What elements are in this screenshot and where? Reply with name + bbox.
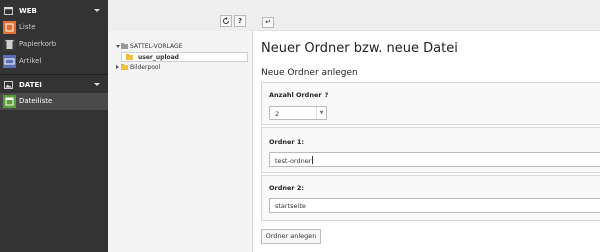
expand-toggle-icon[interactable] <box>116 65 119 69</box>
module-divider <box>0 74 108 75</box>
tree-node-label: Bilderpool <box>130 64 161 71</box>
module-group-datei[interactable]: DATEI <box>0 78 108 92</box>
refresh-button[interactable] <box>220 15 232 27</box>
folder-count-label: Anzahl Ordner? <box>269 91 329 99</box>
folder-icon <box>121 43 128 49</box>
page-title: Neuer Ordner bzw. neue Datei <box>261 41 458 56</box>
tree-node-user-upload[interactable]: user_upload <box>121 52 248 62</box>
content-area: ↵ Neuer Ordner bzw. neue Datei Neue Ordn… <box>253 0 600 252</box>
folder-tree-panel: ? SATTEL-VORLAGE user_upload Bilderpool <box>108 0 253 252</box>
tree-toolbar: ? <box>108 0 253 31</box>
module-group-label: WEB <box>19 7 37 15</box>
tree-node-label: SATTEL-VORLAGE <box>130 43 183 50</box>
select-value: 2 <box>275 110 280 118</box>
image-icon <box>4 81 13 89</box>
typo3-backend: WEB Liste Papierkorb Artikel DATEI Datei… <box>0 0 600 252</box>
chevron-down-icon[interactable] <box>94 83 100 86</box>
collapse-toggle-icon[interactable] <box>116 45 120 48</box>
folder-2-label: Ordner 2: <box>269 184 305 192</box>
folder-count-fieldset: Anzahl Ordner? 2 ▼ <box>261 82 600 125</box>
module-group-web[interactable]: WEB <box>0 4 108 18</box>
module-group-label: DATEI <box>19 81 42 89</box>
refresh-icon <box>223 17 229 24</box>
folder-1-fieldset: Ordner 1: test-ordner <box>261 127 600 173</box>
module-item-papierkorb[interactable]: Papierkorb <box>0 36 108 53</box>
list-module-icon <box>3 21 16 34</box>
recycler-module-icon <box>3 38 16 51</box>
folder-2-fieldset: Ordner 2: startseite <box>261 175 600 221</box>
section-title: Neue Ordner anlegen <box>261 68 358 78</box>
folder-1-label: Ordner 1: <box>269 138 305 146</box>
input-value: test-ordner <box>275 157 312 165</box>
folder-2-input[interactable]: startseite <box>269 198 600 213</box>
filelist-module-icon <box>3 95 16 108</box>
back-button[interactable]: ↵ <box>262 17 274 28</box>
help-button[interactable]: ? <box>234 15 246 27</box>
create-folders-button[interactable]: Ordner anlegen <box>261 229 321 244</box>
module-item-label: Papierkorb <box>19 40 57 48</box>
chevron-down-icon[interactable] <box>94 9 100 12</box>
module-item-label: Dateiliste <box>19 97 53 105</box>
module-item-label: Artikel <box>19 57 42 65</box>
content-toolbar: ↵ <box>253 0 600 31</box>
module-menu: WEB Liste Papierkorb Artikel DATEI Datei… <box>0 0 108 252</box>
text-cursor <box>312 156 314 164</box>
tree-node-bilderpool[interactable]: Bilderpool <box>116 64 236 74</box>
folder-icon <box>121 64 128 70</box>
globe-icon <box>4 7 13 15</box>
folder-count-select[interactable]: 2 ▼ <box>269 106 327 120</box>
folder-icon <box>126 54 133 60</box>
input-value: startseite <box>275 202 306 210</box>
chevron-down-icon[interactable]: ▼ <box>316 107 326 119</box>
module-item-liste[interactable]: Liste <box>0 19 108 36</box>
article-module-icon <box>3 55 16 68</box>
module-item-dateiliste[interactable]: Dateiliste <box>0 93 108 110</box>
module-item-label: Liste <box>19 23 36 31</box>
help-icon[interactable]: ? <box>325 91 329 99</box>
tree-node-label: user_upload <box>138 54 179 61</box>
folder-1-input[interactable]: test-ordner <box>269 152 600 167</box>
module-item-artikel[interactable]: Artikel <box>0 53 108 70</box>
